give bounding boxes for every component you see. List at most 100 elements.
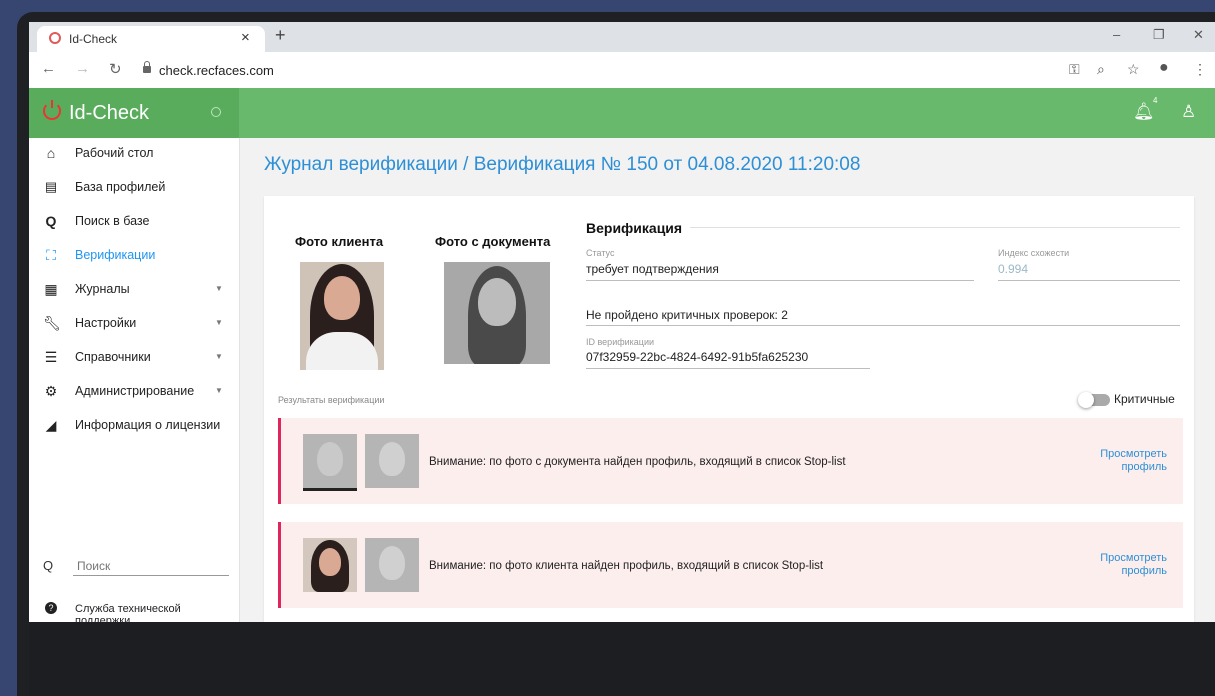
verification-id-value: 07f32959-22bc-4824-6492-91b5fa625230 bbox=[586, 350, 809, 364]
tab-bar: Id-Check × + – ❐ ✕ bbox=[29, 22, 1215, 52]
close-window-icon[interactable]: ✕ bbox=[1193, 27, 1204, 43]
app-header: Id-Check 🔔︎ 4 ♙ bbox=[29, 88, 1215, 138]
alert-item: Внимание: по фото клиента найден профиль… bbox=[278, 522, 1183, 608]
alert-thumb-client[interactable] bbox=[303, 538, 357, 592]
license-icon: ◢ bbox=[45, 417, 57, 433]
alert-thumb-profile[interactable] bbox=[365, 434, 419, 488]
menu-dots-icon[interactable]: ⋮ bbox=[1193, 61, 1207, 78]
similarity-underline bbox=[998, 280, 1180, 281]
brand-name: Id-Check bbox=[69, 102, 150, 124]
new-tab-button[interactable]: + bbox=[275, 25, 286, 46]
view-profile-link[interactable]: Просмотреть профиль bbox=[1071, 448, 1167, 474]
minimize-icon[interactable]: – bbox=[1113, 27, 1120, 42]
sidebar-item-settings[interactable]: 🔧︎ Настройки ▼ bbox=[29, 308, 239, 342]
scan-icon: ⛶ bbox=[46, 247, 56, 263]
sidebar-item-license[interactable]: ◢ Информация о лицензии bbox=[29, 410, 239, 444]
sidebar: ⌂ Рабочий стол ▤ База профилей Q Поиск в… bbox=[29, 138, 240, 622]
document-photo[interactable] bbox=[444, 262, 550, 364]
photo-doc-label: Фото с документа bbox=[435, 234, 551, 249]
sidebar-item-verifications[interactable]: ⛶ Верификации bbox=[29, 240, 239, 274]
user-icon[interactable]: ♙ bbox=[1181, 102, 1196, 122]
zoom-icon[interactable]: ⌕ bbox=[1097, 61, 1105, 78]
critical-underline bbox=[586, 325, 1180, 326]
sidebar-search-input[interactable] bbox=[73, 557, 229, 576]
laptop-bottom-bezel bbox=[29, 622, 1215, 696]
chevron-down-icon: ▼ bbox=[215, 352, 223, 361]
alert-item: Внимание: по фото с документа найден про… bbox=[278, 418, 1183, 504]
results-label: Результаты верификации bbox=[278, 395, 385, 405]
status-value: требует подтверждения bbox=[586, 262, 719, 276]
id-underline bbox=[586, 368, 870, 369]
sidebar-item-desktop[interactable]: ⌂ Рабочий стол bbox=[29, 138, 239, 172]
sidebar-item-label: Верификации bbox=[75, 248, 156, 262]
sidebar-item-label: Поиск в базе bbox=[75, 214, 150, 228]
reload-icon[interactable]: ↻ bbox=[109, 60, 122, 78]
id-card-icon: ▤ bbox=[44, 179, 58, 194]
critical-checks: Не пройдено критичных проверок: 2 bbox=[586, 308, 788, 322]
similarity-value: 0.994 bbox=[998, 262, 1029, 276]
key-icon[interactable]: ⚿ bbox=[1069, 61, 1080, 78]
list-icon: ☰ bbox=[44, 349, 58, 365]
sidebar-item-search[interactable]: Q Поиск в базе bbox=[29, 206, 239, 240]
sidebar-toggle-icon[interactable] bbox=[211, 107, 221, 117]
verification-card: Фото клиента Фото с документа Верификаци… bbox=[264, 196, 1194, 622]
back-icon[interactable]: ← bbox=[41, 60, 56, 77]
chevron-down-icon: ▼ bbox=[215, 386, 223, 395]
chevron-down-icon: ▼ bbox=[215, 318, 223, 327]
wrench-icon: 🔧︎ bbox=[43, 315, 61, 331]
chevron-down-icon: ▼ bbox=[215, 284, 223, 293]
sidebar-item-label: Справочники bbox=[75, 350, 151, 364]
sidebar-item-label: База профилей bbox=[75, 180, 166, 194]
sidebar-item-journals[interactable]: ▦ Журналы ▼ bbox=[29, 274, 239, 308]
sidebar-item-administration[interactable]: ⚙ Администрирование ▼ bbox=[29, 376, 239, 410]
tab-close-icon[interactable]: × bbox=[241, 29, 250, 46]
sidebar-item-profiles[interactable]: ▤ База профилей bbox=[29, 172, 239, 206]
table-icon: ▦ bbox=[44, 281, 58, 297]
browser-tab[interactable]: Id-Check × bbox=[37, 26, 265, 52]
critical-toggle[interactable] bbox=[1078, 392, 1110, 408]
status-underline bbox=[586, 280, 974, 281]
sidebar-item-label: Информация о лицензии bbox=[75, 418, 221, 432]
support-label: Служба технической поддержки bbox=[75, 603, 181, 622]
search-icon: Q bbox=[45, 213, 57, 229]
brand[interactable]: Id-Check bbox=[29, 88, 239, 138]
toggle-knob bbox=[1078, 392, 1094, 408]
favicon-icon bbox=[49, 32, 61, 44]
verification-id-label: ID верификации bbox=[586, 337, 655, 347]
divider bbox=[690, 227, 1180, 228]
sidebar-item-label: Журналы bbox=[75, 282, 130, 296]
critical-toggle-label: Критичные bbox=[1114, 392, 1175, 406]
sidebar-item-label: Рабочий стол bbox=[75, 146, 154, 160]
status-label: Статус bbox=[586, 248, 615, 258]
power-logo-icon bbox=[43, 100, 61, 120]
browser-window: Id-Check × + – ❐ ✕ ← → ↻ check.recfaces.… bbox=[29, 22, 1215, 622]
star-icon[interactable]: ☆ bbox=[1127, 61, 1140, 78]
home-icon: ⌂ bbox=[46, 145, 56, 161]
restore-icon[interactable]: ❐ bbox=[1153, 27, 1165, 43]
alert-text: Внимание: по фото с документа найден про… bbox=[429, 456, 846, 468]
account-icon[interactable]: ● bbox=[1159, 59, 1169, 77]
help-icon: ? bbox=[45, 602, 57, 614]
sidebar-item-label: Настройки bbox=[75, 316, 137, 330]
client-photo[interactable] bbox=[300, 262, 384, 370]
sidebar-search: Q bbox=[29, 550, 239, 584]
address-bar: ← → ↻ check.recfaces.com ⚿ ⌕ ☆ ● ⋮ bbox=[29, 52, 1215, 89]
support-link[interactable]: ? Служба технической поддержки bbox=[29, 596, 239, 622]
gear-icon: ⚙ bbox=[44, 383, 58, 399]
bell-icon[interactable]: 🔔︎ bbox=[1133, 102, 1155, 122]
verification-title: Верификация bbox=[586, 220, 683, 236]
alert-thumb-doc[interactable] bbox=[303, 434, 357, 491]
sidebar-item-label: Администрирование bbox=[75, 384, 195, 398]
view-profile-link[interactable]: Просмотреть профиль bbox=[1071, 552, 1167, 578]
forward-icon[interactable]: → bbox=[75, 60, 90, 77]
search-icon: Q bbox=[43, 558, 54, 573]
url-field[interactable]: check.recfaces.com bbox=[159, 63, 274, 78]
alert-text: Внимание: по фото клиента найден профиль… bbox=[429, 560, 824, 572]
lock-icon bbox=[143, 61, 151, 73]
tab-title: Id-Check bbox=[69, 32, 118, 46]
similarity-label: Индекс схожести bbox=[998, 248, 1070, 258]
alert-thumb-profile[interactable] bbox=[365, 538, 419, 592]
sidebar-item-references[interactable]: ☰ Справочники ▼ bbox=[29, 342, 239, 376]
photo-client-label: Фото клиента bbox=[295, 234, 384, 249]
main-content: Журнал верификации / Верификация № 150 о… bbox=[240, 138, 1215, 622]
